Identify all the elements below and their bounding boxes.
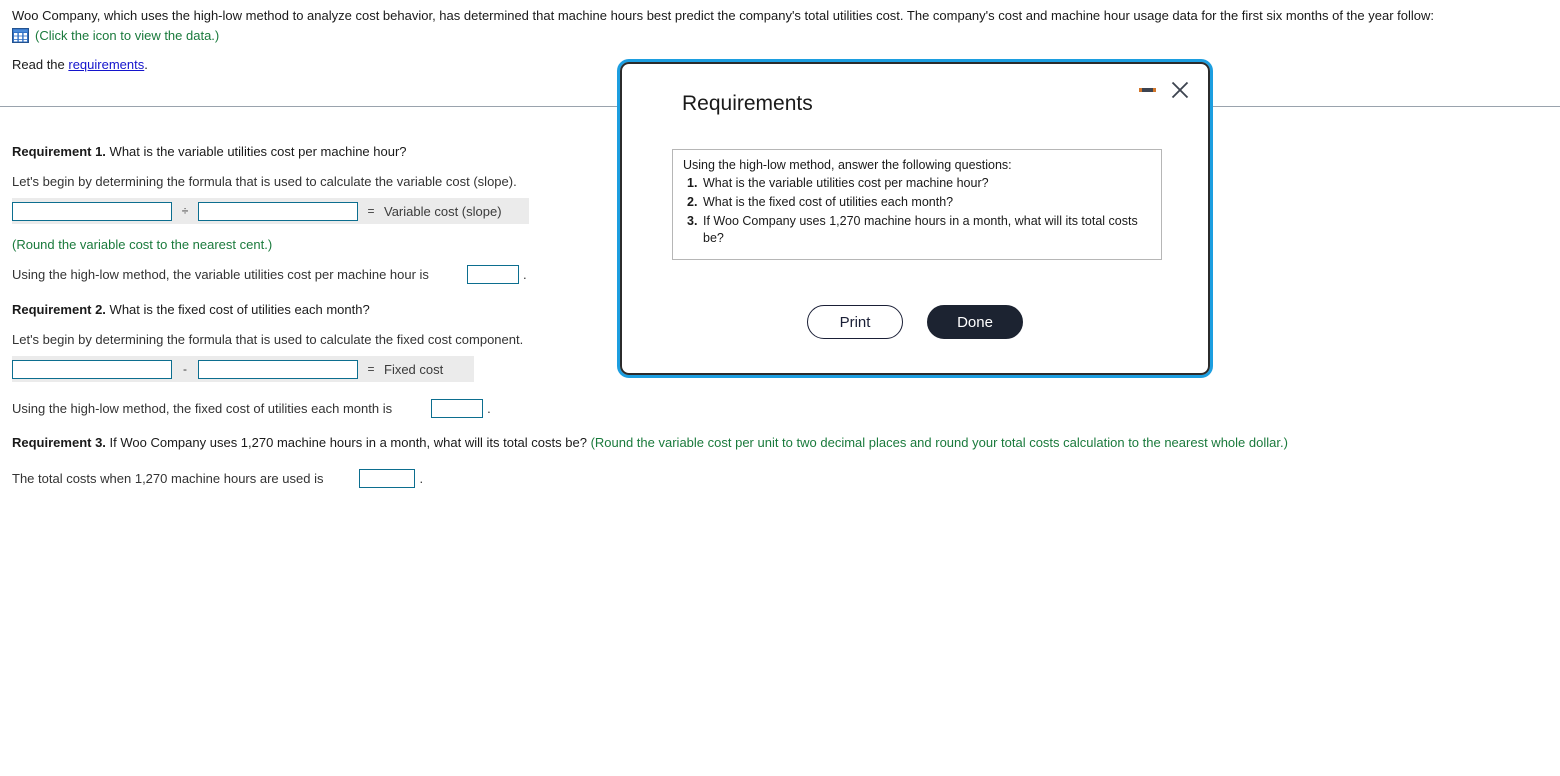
requirement-2-instruction: Let's begin by determining the formula t…	[12, 332, 524, 347]
req1-answer-prefix: Using the high-low method, the variable …	[12, 267, 429, 282]
req2-operand2-input[interactable]	[198, 359, 358, 379]
read-prefix: Read the	[12, 57, 69, 72]
read-suffix: .	[144, 57, 148, 72]
print-button[interactable]: Print	[807, 305, 903, 339]
req2-operator: -	[183, 362, 187, 376]
req2-answer-input[interactable]	[431, 399, 484, 418]
spreadsheet-icon[interactable]	[12, 28, 29, 43]
list-item: 1. What is the variable utilities cost p…	[683, 175, 1151, 192]
requirements-dialog: Requirements Using the high-low method, …	[620, 62, 1210, 375]
list-item: 2. What is the fixed cost of utilities e…	[683, 194, 1151, 211]
requirement-1-question: What is the variable utilities cost per …	[109, 144, 407, 159]
req1-operand2-input[interactable]	[198, 201, 358, 221]
requirements-intro: Using the high-low method, answer the fo…	[683, 158, 1012, 172]
requirement-2-answer-row: Using the high-low method, the fixed cos…	[12, 399, 491, 418]
requirement-1-answer-row: Using the high-low method, the variable …	[12, 265, 527, 284]
requirement-1-label: Requirement 1.	[12, 144, 106, 159]
view-data-text[interactable]: (Click the icon to view the data.)	[35, 28, 219, 43]
requirements-content-box: Using the high-low method, answer the fo…	[672, 149, 1162, 260]
req3-answer-input[interactable]	[359, 469, 416, 488]
list-item: 3. If Woo Company uses 1,270 machine hou…	[683, 213, 1151, 247]
req3-answer-suffix: .	[419, 471, 424, 486]
req1-equals-sign: =	[367, 204, 375, 218]
req1-result-label: Variable cost (slope)	[384, 203, 502, 219]
req1-operand1-input[interactable]	[12, 201, 172, 221]
req2-operand1-input[interactable]	[12, 359, 172, 379]
list-item-text: What is the fixed cost of utilities each…	[703, 195, 954, 209]
requirement-3-question: If Woo Company uses 1,270 machine hours …	[109, 435, 587, 450]
requirements-list: 1. What is the variable utilities cost p…	[683, 175, 1151, 247]
requirement-2-question: What is the fixed cost of utilities each…	[109, 302, 370, 317]
done-button[interactable]: Done	[927, 305, 1023, 339]
req2-answer-prefix: Using the high-low method, the fixed cos…	[12, 401, 393, 416]
requirements-link[interactable]: requirements	[68, 57, 144, 72]
list-item-number: 1.	[687, 176, 698, 190]
requirement-2-formula-row: - = Fixed cost	[12, 356, 474, 382]
requirement-2-label: Requirement 2.	[12, 302, 106, 317]
req1-answer-input[interactable]	[466, 265, 519, 284]
requirement-3-heading: Requirement 3. If Woo Company uses 1,270…	[12, 435, 1288, 450]
req1-answer-suffix: .	[522, 267, 527, 282]
req1-operator: ÷	[181, 204, 189, 218]
requirement-3-answer-row: The total costs when 1,270 machine hours…	[12, 469, 423, 488]
requirement-3-rounding-note: (Round the variable cost per unit to two…	[590, 435, 1288, 450]
list-item-number: 2.	[687, 195, 698, 209]
problem-statement: Woo Company, which uses the high-low met…	[12, 8, 1434, 23]
list-item-text: What is the variable utilities cost per …	[703, 176, 989, 190]
requirement-1-heading: Requirement 1. What is the variable util…	[12, 144, 407, 159]
read-requirements-line: Read the requirements.	[12, 57, 148, 72]
requirement-3-label: Requirement 3.	[12, 435, 106, 450]
dialog-title: Requirements	[682, 92, 813, 115]
requirement-1-instruction: Let's begin by determining the formula t…	[12, 174, 517, 189]
requirement-2-heading: Requirement 2. What is the fixed cost of…	[12, 302, 370, 317]
dialog-window-controls	[1139, 80, 1190, 100]
list-item-number: 3.	[687, 214, 698, 228]
view-data-line: (Click the icon to view the data.)	[12, 28, 219, 43]
requirement-1-formula-row: ÷ = Variable cost (slope)	[12, 198, 529, 224]
req3-answer-prefix: The total costs when 1,270 machine hours…	[12, 471, 324, 486]
requirement-1-rounding-note: (Round the variable cost to the nearest …	[12, 237, 273, 252]
minimize-icon[interactable]	[1139, 81, 1156, 99]
req2-answer-suffix: .	[487, 401, 491, 416]
dialog-actions: Print Done	[622, 305, 1208, 339]
close-icon[interactable]	[1170, 80, 1190, 100]
list-item-text: If Woo Company uses 1,270 machine hours …	[703, 214, 1138, 245]
req2-equals-sign: =	[367, 362, 375, 376]
req2-result-label: Fixed cost	[384, 361, 444, 377]
